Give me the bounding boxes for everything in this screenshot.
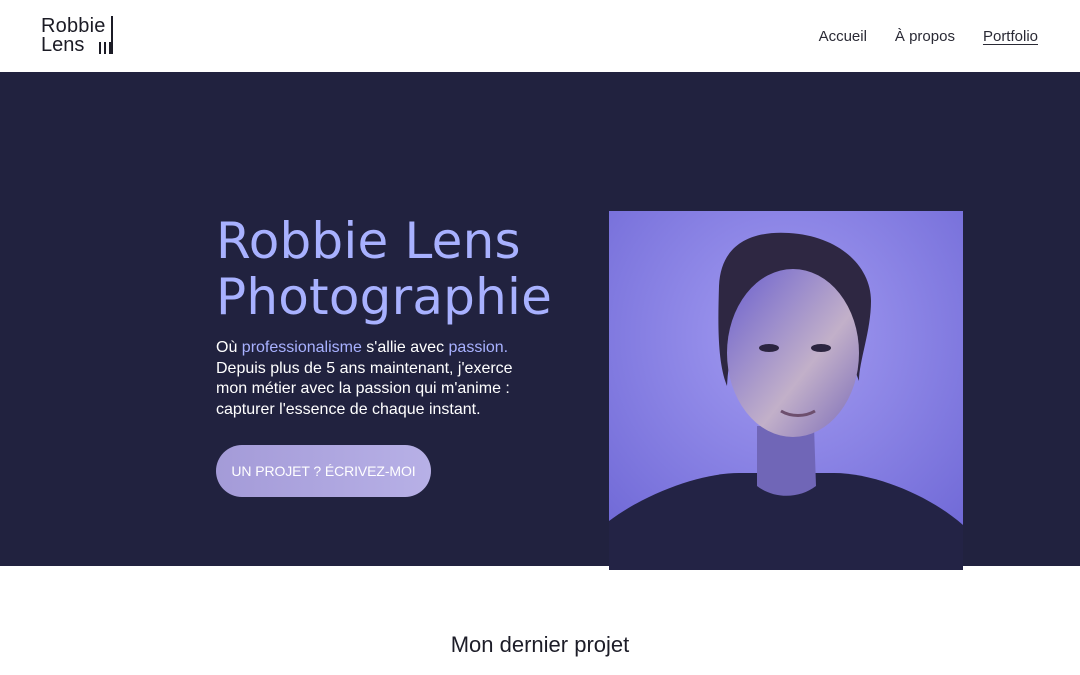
site-header: Robbie Lens Accueil À propos Portfolio bbox=[0, 0, 1080, 72]
portrait-photo bbox=[609, 211, 963, 570]
highlight-professionalisme: professionalisme bbox=[241, 339, 362, 356]
hero-text-end: . bbox=[503, 339, 509, 356]
portrait-illustration bbox=[609, 211, 963, 570]
hero-text-mid: s'allie avec bbox=[361, 339, 449, 356]
hero-text-body: Depuis plus de 5 ans maintenant, j'exerc… bbox=[216, 359, 513, 418]
hero-title-line-1: Robbie Lens bbox=[216, 212, 521, 270]
section-title: Mon dernier projet bbox=[450, 632, 630, 657]
nav-portfolio[interactable]: Portfolio bbox=[983, 28, 1038, 45]
highlight-passion: passion bbox=[448, 339, 504, 356]
logo-tall-bar bbox=[111, 16, 113, 54]
hero-text-intro: Où bbox=[216, 339, 242, 356]
logo-line-2: Lens bbox=[41, 34, 85, 56]
logo[interactable]: Robbie Lens bbox=[41, 16, 117, 56]
nav-accueil[interactable]: Accueil bbox=[819, 28, 867, 45]
hero-section: Robbie Lens Photographie Où professional… bbox=[0, 72, 1080, 570]
main-nav: Accueil À propos Portfolio bbox=[819, 28, 1038, 45]
hero-title: Robbie Lens Photographie bbox=[216, 213, 576, 325]
nav-a-propos[interactable]: À propos bbox=[895, 28, 955, 45]
contact-cta-button[interactable]: UN PROJET ? ÉCRIVEZ-MOI bbox=[216, 445, 431, 497]
logo-line-1: Robbie bbox=[41, 15, 106, 37]
hero-title-line-2: Photographie bbox=[216, 268, 553, 326]
hero-description: Où professionalisme s'allie avec passion… bbox=[216, 338, 546, 420]
